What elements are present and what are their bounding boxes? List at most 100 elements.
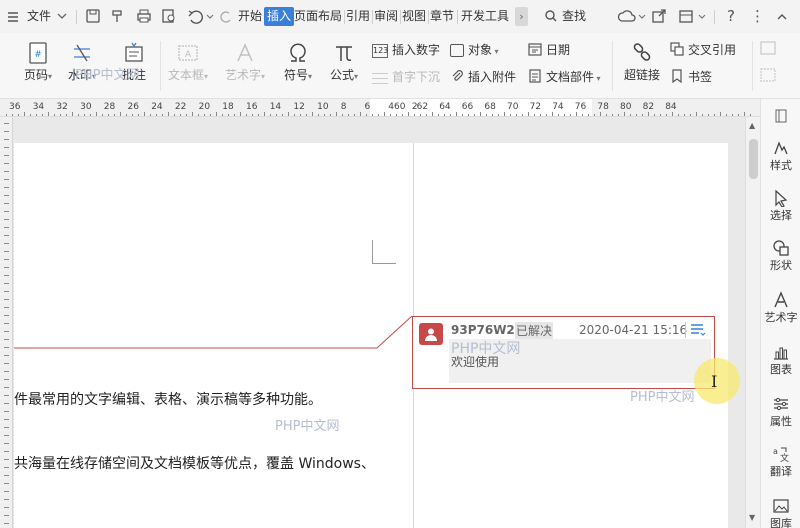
- more-tabs-button[interactable]: ›: [515, 7, 528, 26]
- ruler-tick: [102, 114, 103, 116]
- chevron-down-icon[interactable]: [637, 7, 647, 26]
- print-icon[interactable]: [136, 7, 154, 26]
- hyperlink-label: 超链接: [623, 68, 660, 82]
- cross-reference-button[interactable]: 交叉引用: [670, 41, 736, 59]
- header-footer-icon[interactable]: [760, 41, 776, 58]
- undo-icon[interactable]: [187, 7, 205, 26]
- collapse-icon[interactable]: [775, 7, 791, 26]
- ruler-tick: [4, 187, 9, 188]
- tab-page-layout[interactable]: 页面布局: [294, 7, 342, 26]
- object-button[interactable]: 对象 ▾: [450, 41, 499, 58]
- ruler-tick: [4, 339, 9, 340]
- pane-select[interactable]: 选择: [761, 187, 800, 223]
- more-icon[interactable]: ⋮: [749, 7, 765, 26]
- print-preview-icon[interactable]: [161, 7, 179, 26]
- ruler-tick: [516, 114, 517, 116]
- avatar: [419, 323, 443, 345]
- bookmark-button[interactable]: 书签: [670, 68, 712, 86]
- ruler-tick: [564, 114, 565, 116]
- tab-home[interactable]: 开始: [238, 7, 262, 26]
- vertical-ruler[interactable]: [0, 117, 13, 528]
- share-icon[interactable]: [651, 7, 669, 26]
- comment-balloon[interactable]: 93P76W2 已解决 2020-04-21 15:16 PHP中文网 欢迎使用: [412, 316, 715, 389]
- chevron-down-icon[interactable]: [56, 7, 70, 26]
- tab-chapter[interactable]: 章节: [430, 7, 454, 26]
- page-border-icon[interactable]: [760, 68, 776, 85]
- comment-icon: [114, 39, 154, 67]
- help-icon[interactable]: ?: [723, 7, 739, 26]
- ruler-tick: [726, 114, 727, 116]
- ruler-tick: [36, 114, 37, 116]
- ruler-tick: [4, 243, 9, 244]
- dropcap-button[interactable]: 首字下沉: [372, 68, 440, 85]
- wordart-button[interactable]: 艺术字▾: [220, 39, 270, 83]
- ruler-tick: [342, 114, 343, 116]
- page-number-button[interactable]: # 页码▾: [18, 39, 58, 83]
- ruler-tick: [108, 114, 109, 116]
- pane-charts[interactable]: 图表: [761, 341, 800, 377]
- pane-collapse-icon: [761, 105, 800, 127]
- formula-button[interactable]: 公式▾: [324, 39, 364, 83]
- comment-menu-button[interactable]: [685, 322, 707, 338]
- scrollbar-thumb[interactable]: [749, 139, 758, 179]
- format-painter-icon[interactable]: [110, 7, 128, 26]
- doc-parts-button[interactable]: 文档部件 ▾: [528, 68, 601, 86]
- pane-translate[interactable]: a文 翻译: [761, 443, 800, 479]
- tab-insert[interactable]: 插入: [264, 7, 295, 26]
- ruler-tick: [246, 114, 247, 116]
- ruler-label: 66: [461, 102, 474, 112]
- pane-properties[interactable]: 属性: [761, 393, 800, 429]
- search-label[interactable]: 查找: [562, 7, 586, 26]
- insert-attachment-button[interactable]: 插入附件: [450, 68, 516, 86]
- symbol-label: 符号: [283, 68, 308, 82]
- pane-collapse[interactable]: [761, 105, 800, 127]
- ruler-tick: [282, 114, 283, 116]
- scroll-down-icon[interactable]: ▼: [749, 513, 755, 522]
- horizontal-ruler[interactable]: 36 34 32 30 28 26 24 22 20 18 16 14 12 10 8 6 4 2 60 62 64 66…: [0, 99, 760, 117]
- ruler-label: 20: [198, 102, 211, 112]
- ruler-tick: [4, 155, 9, 156]
- cloud-sync-icon[interactable]: [617, 7, 637, 26]
- file-menu[interactable]: 文件: [27, 7, 51, 26]
- tab-review[interactable]: 审阅: [374, 7, 398, 26]
- scroll-up-icon[interactable]: ▲: [749, 121, 755, 130]
- insert-number-button[interactable]: 123 插入数字: [372, 41, 440, 58]
- ruler-tick: [4, 315, 9, 316]
- document-line-2[interactable]: 共海量在线存储空间及文档模板等优点，覆盖 Windows、: [14, 453, 375, 473]
- hamburger-icon[interactable]: [6, 7, 22, 26]
- search-icon[interactable]: [544, 7, 560, 26]
- ruler-tick: [222, 114, 223, 116]
- ruler-tick: [120, 112, 121, 116]
- tab-references[interactable]: 引用: [346, 7, 370, 26]
- redo-icon[interactable]: [219, 7, 235, 26]
- symbol-button[interactable]: 符号▾: [278, 39, 318, 83]
- comment-text[interactable]: 欢迎使用: [451, 353, 499, 370]
- textbox-button[interactable]: A 文本框▾: [163, 39, 213, 83]
- pane-styles[interactable]: 样式: [761, 137, 800, 173]
- ruler-tick: [522, 114, 523, 116]
- chevron-down-icon[interactable]: [205, 7, 215, 26]
- save-icon[interactable]: [85, 7, 103, 26]
- tab-view[interactable]: 视图: [402, 7, 426, 26]
- calendar-icon[interactable]: [678, 7, 696, 26]
- hyperlink-button[interactable]: 超链接: [620, 39, 664, 83]
- vertical-scrollbar[interactable]: ▲ ▼: [745, 117, 760, 528]
- ruler-tick: [228, 114, 229, 116]
- tab-developer[interactable]: 开发工具: [461, 7, 509, 26]
- ruler-tick: [492, 114, 493, 116]
- ruler-tick: [612, 114, 613, 116]
- pane-select-label: 选择: [770, 209, 792, 222]
- date-button[interactable]: 日期: [528, 41, 570, 59]
- ruler-tick: [270, 114, 271, 116]
- ruler-tick: [4, 483, 9, 484]
- pane-shapes[interactable]: 形状: [761, 237, 800, 273]
- comment-author: 93P76W2: [451, 323, 515, 337]
- chevron-down-icon[interactable]: [697, 7, 707, 26]
- pane-gallery[interactable]: 图库: [761, 495, 800, 528]
- document-line-1[interactable]: 件最常用的文字编辑、表格、演示稿等多种功能。: [14, 389, 322, 409]
- ruler-tick: [294, 114, 295, 116]
- ruler-label: 80: [620, 102, 632, 112]
- ruler-tick: [48, 112, 49, 116]
- pane-wordart[interactable]: 艺术字: [761, 289, 800, 325]
- object-label: 对象: [468, 43, 493, 57]
